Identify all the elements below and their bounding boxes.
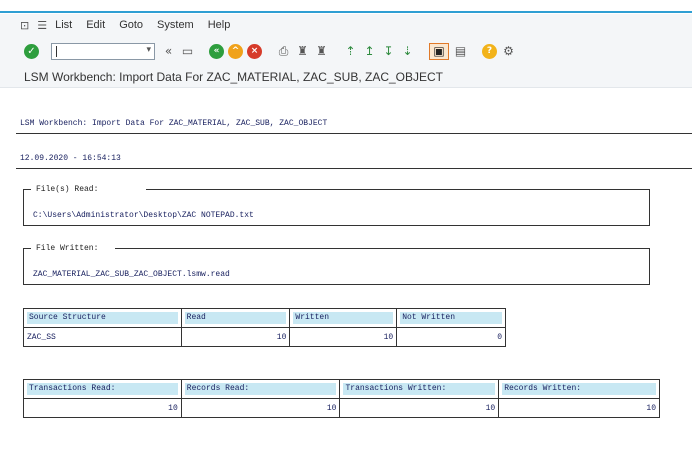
table-header-cell: Records Read: [180,379,341,399]
chevron-down-icon[interactable]: ▾ [146,45,151,55]
table-cell: 0 [396,327,506,347]
menu-bar: ⊡ ☰ List Edit Goto System Help [0,14,692,36]
table-row: ZAC_SS 10 10 0 [23,327,506,347]
menu-system[interactable]: System [157,19,194,31]
table-header-cell: Written [289,308,398,328]
table-header-cell: Transactions Read: [23,379,182,399]
table-header-cell: Not Written [396,308,506,328]
find-next-icon[interactable]: ♜ [314,44,329,59]
table-header-row: Source Structure Read Written Not Writte… [23,308,506,328]
table-cell: 10 [23,398,182,418]
find-icon[interactable]: ♜ [295,44,310,59]
previous-page-icon[interactable]: ↥ [362,44,377,59]
command-input[interactable] [52,46,140,62]
back-icon[interactable]: « [209,43,224,59]
report-list: LSM Workbench: Import Data For ZAC_MATER… [0,89,692,456]
table-cell: 10 [180,398,341,418]
frame-top-line [115,248,650,249]
command-field[interactable]: ▾ [51,42,155,62]
table-header-cell: Records Written: [498,379,660,399]
shortcut-icon[interactable]: ▤ [453,44,468,59]
create-session-icon[interactable]: ▣ [429,42,449,60]
frame-top-line [23,189,31,190]
table-cell: 10 [339,398,500,418]
page-title: LSM Workbench: Import Data For ZAC_MATER… [24,69,443,84]
frame-top-line [146,189,650,190]
menu-list[interactable]: List [55,19,72,31]
first-page-icon[interactable]: ⇡ [343,44,358,59]
double-chevron-left-icon[interactable]: « [161,44,176,59]
menu-goto[interactable]: Goto [119,19,143,31]
table-header-row: Transactions Read: Records Read: Transac… [23,379,660,399]
separator-line [16,168,692,169]
menu-edit[interactable]: Edit [86,19,105,31]
window-accent-line [0,11,692,13]
table-row: 10 10 10 10 [23,398,660,418]
title-bar: LSM Workbench: Import Data For ZAC_MATER… [0,66,692,88]
table-cell: 10 [289,327,398,347]
table-header-cell: Read [180,308,291,328]
frame-top-line [23,248,31,249]
structure-table: Source Structure Read Written Not Writte… [23,308,506,347]
file-written-label: File Written: [32,244,103,253]
report-header-line: LSM Workbench: Import Data For ZAC_MATER… [20,119,328,128]
table-cell: 10 [180,327,291,347]
standard-toolbar: ✓ ▾ « ▭ « ^ × ⎙ ♜ ♜ ⇡ ↥ ↧ ⇣ ▣ ▤ ? ⚙ [0,36,692,66]
next-page-icon[interactable]: ↧ [381,44,396,59]
file-written-frame [23,248,650,285]
table-header-cell: Transactions Written: [339,379,500,399]
report-datetime: 12.09.2020 - 16:54:13 [20,154,121,163]
window-top-strip [0,0,692,14]
save-icon[interactable]: ▭ [180,44,195,59]
print-icon[interactable]: ⎙ [276,44,291,59]
separator-line [16,133,692,134]
file-written-value: ZAC_MATERIAL_ZAC_SUB_ZAC_OBJECT.lsmw.rea… [33,270,230,279]
menu-help[interactable]: Help [208,19,231,31]
exit-up-icon[interactable]: ^ [228,43,243,59]
text-caret [56,45,57,57]
exit-icon[interactable]: ⊡ [20,19,29,32]
table-cell: ZAC_SS [23,327,182,347]
cancel-icon[interactable]: × [247,43,262,59]
settings-gear-icon[interactable]: ⚙ [501,44,516,59]
files-read-value: C:\Users\Administrator\Desktop\ZAC NOTEP… [33,211,254,220]
menu-icon[interactable]: ☰ [37,19,47,32]
files-read-frame [23,189,650,226]
files-read-label: File(s) Read: [32,185,103,194]
enter-check-icon[interactable]: ✓ [24,43,39,59]
help-icon[interactable]: ? [482,43,497,59]
summary-table: Transactions Read: Records Read: Transac… [23,379,660,418]
table-cell: 10 [498,398,660,418]
table-header-cell: Source Structure [23,308,182,328]
last-page-icon[interactable]: ⇣ [400,44,415,59]
